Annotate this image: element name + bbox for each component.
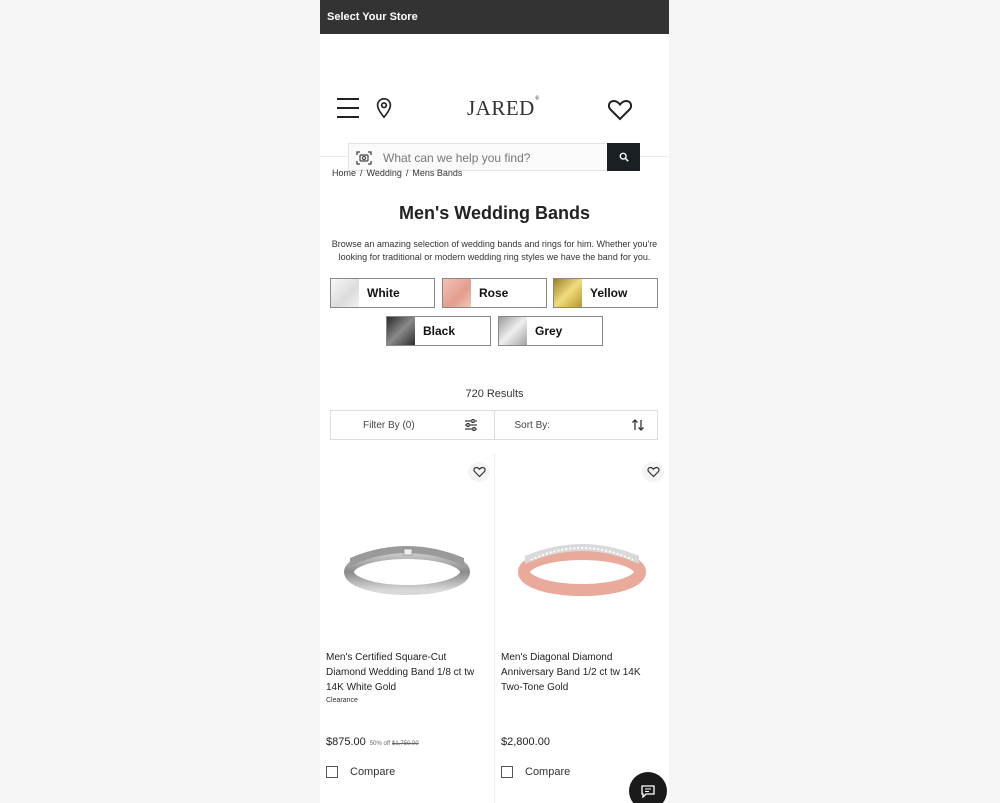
visual-search-camera-icon[interactable] bbox=[355, 149, 373, 167]
compare-label: Compare bbox=[350, 766, 396, 778]
metal-swatch-black[interactable]: Black bbox=[386, 316, 491, 346]
white-swatch-chip bbox=[331, 279, 359, 307]
sort-arrows-icon bbox=[632, 419, 644, 431]
sale-price: $2,800.00 bbox=[501, 736, 550, 748]
search-input[interactable] bbox=[381, 147, 605, 169]
page-description: Browse an amazing selection of wedding b… bbox=[331, 239, 658, 262]
chat-bubble-icon bbox=[641, 785, 655, 798]
compare-checkbox[interactable]: Compare bbox=[501, 766, 570, 778]
filter-sort-bar: Filter By (0) Sort By: bbox=[330, 410, 658, 440]
checkbox-icon[interactable] bbox=[326, 766, 338, 778]
compare-checkbox[interactable]: Compare bbox=[326, 766, 395, 778]
heart-outline-icon bbox=[472, 466, 486, 478]
metal-swatch-grey[interactable]: Grey bbox=[498, 316, 603, 346]
breadcrumb-mens-bands[interactable]: Mens Bands bbox=[412, 168, 462, 178]
filter-button[interactable]: Filter By (0) bbox=[331, 411, 494, 439]
heart-outline-icon bbox=[646, 466, 660, 478]
strikethrough-price: $1,750.00 bbox=[392, 741, 419, 747]
breadcrumb: Home / Wedding / Mens Bands bbox=[332, 168, 462, 178]
swatch-label: Yellow bbox=[590, 286, 628, 300]
product-name[interactable]: Men's Certified Square-Cut Diamond Weddi… bbox=[326, 650, 486, 695]
product-card[interactable]: Men's Diagonal Diamond Anniversary Band … bbox=[495, 454, 669, 803]
metal-swatch-white[interactable]: White bbox=[330, 278, 435, 308]
original-price: 50% off $1,750.00 bbox=[370, 741, 419, 747]
metal-swatch-yellow[interactable]: Yellow bbox=[553, 278, 658, 308]
breadcrumb-separator: / bbox=[360, 168, 363, 178]
discount-label: 50% off bbox=[369, 741, 391, 747]
product-card[interactable]: Men's Certified Square-Cut Diamond Weddi… bbox=[320, 454, 494, 803]
search-icon bbox=[619, 152, 629, 162]
mobile-viewport: Select Your Store JARED® What can we hel… bbox=[320, 0, 669, 803]
product-image-white-gold-band[interactable] bbox=[342, 536, 472, 596]
results-count: 720 Results bbox=[465, 388, 524, 400]
product-name[interactable]: Men's Diagonal Diamond Anniversary Band … bbox=[501, 650, 661, 695]
clearance-badge: Clearance bbox=[326, 697, 358, 704]
yellow-swatch-chip bbox=[554, 279, 582, 307]
breadcrumb-separator: / bbox=[405, 168, 409, 178]
select-store-bar[interactable]: Select Your Store bbox=[320, 0, 669, 34]
page-title: Men's Wedding Bands bbox=[399, 203, 590, 223]
grey-swatch-chip bbox=[499, 317, 527, 345]
search-bar bbox=[348, 143, 640, 171]
product-image-two-tone-band[interactable] bbox=[517, 536, 647, 596]
sort-button[interactable]: Sort By: bbox=[493, 411, 658, 439]
breadcrumb-wedding[interactable]: Wedding bbox=[367, 168, 402, 178]
swatch-label: White bbox=[367, 286, 400, 300]
product-price: $875.00 50% off $1,750.00 bbox=[326, 736, 419, 748]
metal-swatch-rose[interactable]: Rose bbox=[442, 278, 547, 308]
hamburger-menu-icon[interactable] bbox=[337, 98, 359, 118]
swatch-label: Rose bbox=[479, 286, 509, 300]
filter-label: Filter By (0) bbox=[363, 420, 415, 431]
rose-swatch-chip bbox=[443, 279, 471, 307]
site-header: JARED® bbox=[320, 34, 669, 171]
checkbox-icon[interactable] bbox=[501, 766, 513, 778]
chat-button[interactable] bbox=[629, 772, 667, 803]
breadcrumb-home[interactable]: Home bbox=[332, 168, 356, 178]
swatch-label: Grey bbox=[535, 324, 563, 338]
wishlist-heart-icon[interactable] bbox=[607, 98, 633, 122]
sale-price: $875.00 bbox=[326, 736, 366, 748]
favorite-heart-icon[interactable] bbox=[468, 462, 490, 482]
logo-registered-mark: ® bbox=[534, 96, 540, 102]
product-price: $2,800.00 bbox=[501, 736, 550, 748]
swatch-label: Black bbox=[423, 324, 456, 338]
filter-sliders-icon bbox=[464, 419, 477, 431]
compare-label: Compare bbox=[525, 766, 571, 778]
logo-text[interactable]: JARED bbox=[467, 96, 535, 120]
jared-logo[interactable]: JARED® bbox=[467, 96, 540, 121]
store-locator-pin-icon[interactable] bbox=[373, 96, 395, 120]
select-store-label[interactable]: Select Your Store bbox=[327, 11, 418, 23]
favorite-heart-icon[interactable] bbox=[642, 462, 664, 482]
black-swatch-chip bbox=[387, 317, 415, 345]
sort-label: Sort By: bbox=[514, 420, 551, 431]
search-button[interactable] bbox=[607, 143, 640, 171]
